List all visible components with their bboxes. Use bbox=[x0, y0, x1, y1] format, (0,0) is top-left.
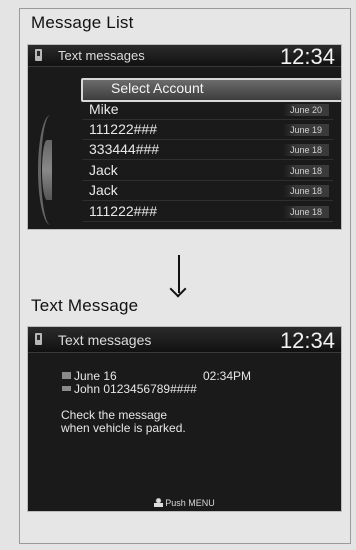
message-date: June 18 bbox=[283, 185, 329, 197]
list-item[interactable]: 111222### June 19 bbox=[83, 121, 333, 140]
message-sender: Jack bbox=[89, 162, 118, 178]
message-date: June 20 bbox=[283, 104, 329, 116]
message-sender: 111222### bbox=[89, 121, 157, 137]
message-sender: Jack bbox=[89, 182, 118, 198]
select-account-label: Select Account bbox=[111, 80, 204, 96]
message-sender: 111222### bbox=[89, 203, 157, 219]
message-sender: John 0123456789#### bbox=[74, 382, 197, 396]
contact-icon bbox=[62, 386, 71, 391]
message-date: June 16 bbox=[74, 369, 117, 383]
screen-title: Text messages bbox=[58, 48, 145, 63]
calendar-icon bbox=[62, 372, 71, 379]
text-message-screen: Text messages 12:34 June 16 02:34PM John… bbox=[27, 326, 342, 512]
phone-icon bbox=[35, 333, 42, 345]
screen-header: Text messages 12:34 bbox=[28, 327, 341, 353]
screen-header: Text messages 12:34 bbox=[28, 44, 341, 69]
text-message-heading: Text Message bbox=[31, 296, 139, 315]
message-date: June 18 bbox=[283, 144, 329, 156]
message-list-heading: Message List bbox=[31, 13, 134, 32]
list-item[interactable]: Mike June 20 bbox=[83, 101, 333, 120]
message-date: June 19 bbox=[283, 124, 329, 136]
message-sender: Mike bbox=[89, 101, 119, 117]
clock: 12:34 bbox=[279, 328, 335, 353]
list-item[interactable]: Jack June 18 bbox=[83, 162, 333, 181]
scroll-arc-shade bbox=[42, 140, 52, 200]
list-item[interactable]: 333444### June 18 bbox=[83, 141, 333, 160]
person-icon bbox=[154, 498, 164, 507]
message-sender: 333444### bbox=[89, 141, 160, 157]
message-time: 02:34PM bbox=[203, 369, 252, 383]
message-date: June 18 bbox=[283, 206, 329, 218]
phone-icon bbox=[35, 49, 42, 61]
message-date: June 18 bbox=[283, 165, 329, 177]
list-item[interactable]: Jack June 18 bbox=[83, 182, 333, 201]
push-menu-hint[interactable]: Push MENU bbox=[28, 498, 341, 508]
message-body-line2: when vehicle is parked. bbox=[61, 421, 186, 435]
list-item[interactable]: 111222### June 18 bbox=[83, 203, 333, 222]
select-account-button[interactable]: Select Account bbox=[81, 78, 341, 102]
message-body-line1: Check the message bbox=[61, 408, 168, 422]
push-menu-label: Push MENU bbox=[165, 498, 215, 508]
arrow-down-icon bbox=[178, 255, 180, 293]
clock: 12:34 bbox=[279, 44, 335, 69]
message-list-screen: Text messages 12:34 Select Account Mike … bbox=[27, 44, 342, 230]
screen-title: Text messages bbox=[58, 332, 152, 348]
